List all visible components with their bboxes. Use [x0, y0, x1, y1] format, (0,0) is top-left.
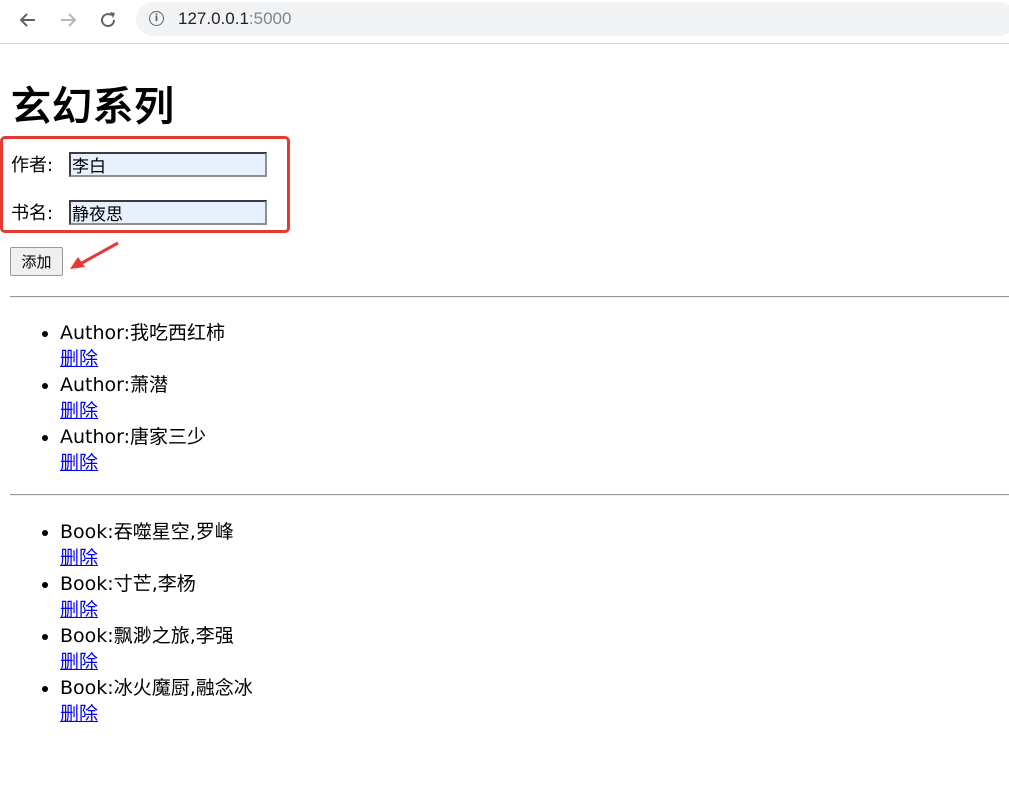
delete-link[interactable]: 删除 [60, 597, 98, 623]
forward-arrow-icon [61, 13, 77, 27]
divider-bottom [10, 494, 1009, 496]
author-item-text: Author:我吃西红柿 [60, 322, 226, 344]
book-item-text: Book:飘渺之旅,李强 [60, 625, 234, 647]
reload-button[interactable] [94, 6, 122, 34]
url-host: 127.0.0.1 [178, 9, 249, 28]
book-item-text: Book:冰火魔厨,融念冰 [60, 677, 253, 699]
delete-link[interactable]: 删除 [60, 649, 98, 675]
author-item-text: Author:唐家三少 [60, 426, 207, 448]
author-item: Author:我吃西红柿 删除 [60, 320, 225, 372]
book-label: 书名: [11, 203, 54, 224]
book-item: Book:寸芒,李杨 删除 [60, 571, 253, 623]
address-bar[interactable]: i 127.0.0.1:5000 [136, 2, 1009, 36]
browser-toolbar: i 127.0.0.1:5000 [0, 0, 1009, 44]
author-item: Author:萧潜 删除 [60, 372, 225, 424]
delete-link[interactable]: 删除 [60, 398, 98, 424]
url-text: 127.0.0.1:5000 [178, 9, 291, 29]
book-item-text: Book:吞噬星空,罗峰 [60, 521, 234, 543]
author-label: 作者: [11, 155, 54, 176]
book-item: Book:飘渺之旅,李强 删除 [60, 623, 253, 675]
book-list: Book:吞噬星空,罗峰 删除 Book:寸芒,李杨 删除 Book:飘渺之旅,… [0, 519, 253, 727]
delete-link[interactable]: 删除 [60, 701, 98, 727]
book-item: Book:吞噬星空,罗峰 删除 [60, 519, 253, 571]
author-item: Author:唐家三少 删除 [60, 424, 225, 476]
book-item-text: Book:寸芒,李杨 [60, 573, 196, 595]
author-list: Author:我吃西红柿 删除 Author:萧潜 删除 Author:唐家三少… [0, 320, 225, 476]
book-field-row: 书名: [11, 198, 267, 226]
delete-link[interactable]: 删除 [60, 346, 98, 372]
annotation-arrow-icon [70, 241, 119, 269]
info-icon[interactable]: i [149, 11, 164, 26]
divider-top [10, 296, 1009, 298]
back-arrow-icon [19, 13, 35, 27]
author-field-row: 作者: [11, 150, 267, 178]
back-button[interactable] [14, 6, 42, 34]
url-port: :5000 [248, 9, 292, 28]
delete-link[interactable]: 删除 [60, 450, 98, 476]
author-item-text: Author:萧潜 [60, 374, 169, 396]
reload-icon [101, 12, 116, 28]
author-input[interactable] [69, 151, 267, 177]
page-title: 玄幻系列 [11, 84, 175, 130]
forward-button[interactable] [54, 6, 82, 34]
add-button[interactable]: 添加 [10, 247, 63, 276]
book-item: Book:冰火魔厨,融念冰 删除 [60, 675, 253, 727]
delete-link[interactable]: 删除 [60, 545, 98, 571]
book-input[interactable] [69, 199, 267, 225]
